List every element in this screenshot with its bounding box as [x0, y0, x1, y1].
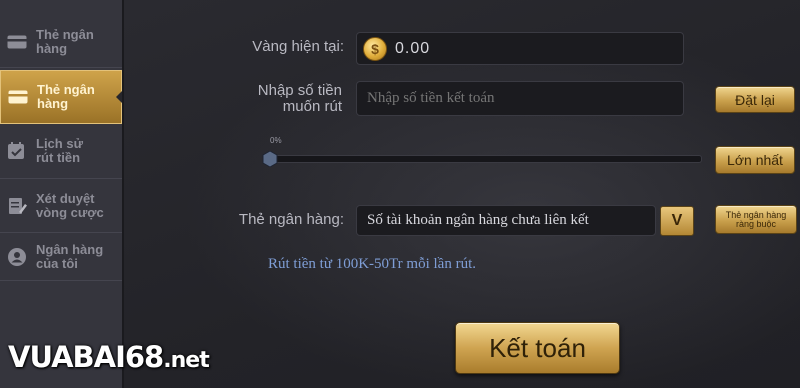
balance-display: $ 0.00: [356, 32, 684, 65]
amount-input[interactable]: [356, 81, 684, 116]
reset-button[interactable]: Đặt lại: [715, 86, 795, 113]
sidebar-item-label: Thẻ ngân hàng: [37, 82, 95, 111]
amount-slider-track[interactable]: [266, 155, 702, 163]
amount-label: Nhập số tiền muốn rút: [257, 82, 342, 115]
sidebar-item-my-bank[interactable]: Ngân hàng của tôi: [0, 233, 122, 281]
card-icon: [6, 31, 28, 53]
submit-withdraw-button[interactable]: Kết toán: [455, 322, 620, 374]
sidebar-item-label: Xét duyệt vòng cược: [36, 190, 104, 220]
slider-percent: 0%: [270, 136, 282, 145]
calendar-check-icon: [6, 140, 28, 162]
sidebar-item-label: Thẻ ngân hàng: [36, 26, 94, 56]
balance-label: Vàng hiện tại:: [252, 38, 344, 55]
sidebar: Thẻ ngân hàng Thẻ ngân hàng Lịch sử rút …: [0, 0, 124, 388]
edit-document-icon: [6, 195, 28, 217]
user-icon: [6, 246, 28, 268]
withdraw-limit-note: Rút tiền từ 100K-50Tr mỗi lần rút.: [268, 256, 476, 272]
bank-card-label: Thẻ ngân hàng:: [238, 211, 344, 228]
sidebar-item-bank-card[interactable]: Thẻ ngân hàng: [0, 16, 122, 68]
bank-account-select[interactable]: Số tài khoản ngân hàng chưa liên kết: [356, 205, 656, 236]
link-bank-card-button[interactable]: Thẻ ngân hàng ràng buộc: [715, 205, 797, 234]
card-icon: [7, 86, 29, 108]
max-button[interactable]: Lớn nhất: [715, 146, 795, 174]
slider-handle[interactable]: [262, 150, 278, 168]
sidebar-item-withdraw-history[interactable]: Lịch sử rút tiền: [0, 124, 122, 179]
sidebar-item-label: Ngân hàng của tôi: [36, 241, 104, 271]
coin-icon: $: [363, 36, 387, 61]
sidebar-item-bank-card-active[interactable]: Thẻ ngân hàng: [0, 70, 122, 124]
sidebar-item-label: Lịch sử rút tiền: [36, 136, 83, 165]
bank-account-value: Số tài khoản ngân hàng chưa liên kết: [367, 212, 589, 228]
chevron-down-icon[interactable]: V: [660, 206, 694, 236]
balance-value: 0.00: [395, 39, 431, 57]
sidebar-item-wager-review[interactable]: Xét duyệt vòng cược: [0, 179, 122, 233]
watermark-logo: VUABAI68.net: [8, 340, 210, 374]
